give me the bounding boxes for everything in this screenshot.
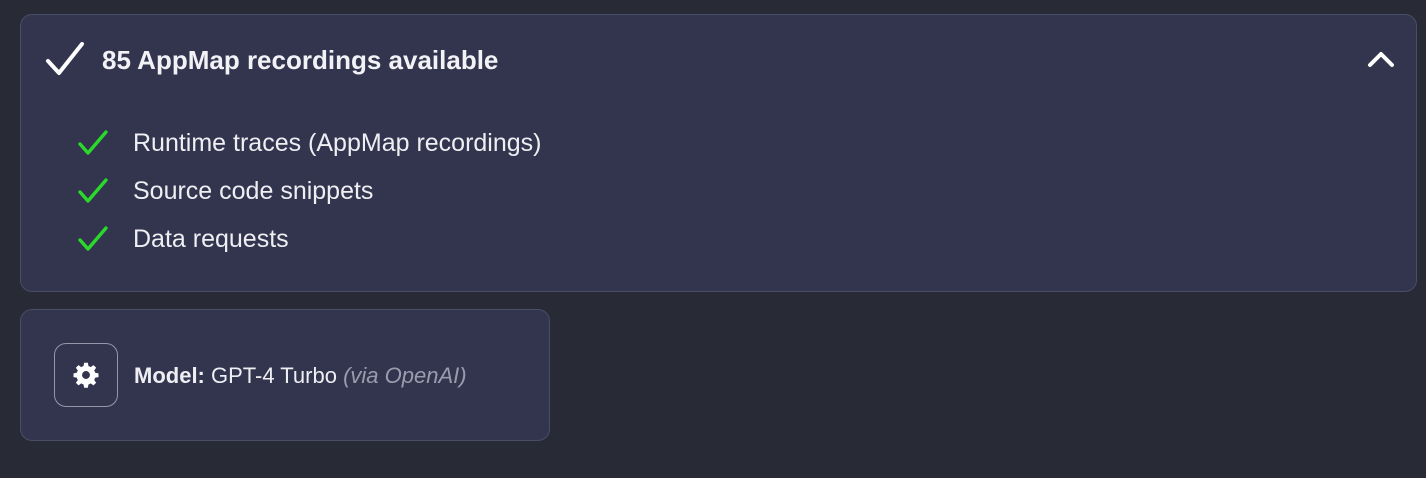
app-root: 85 AppMap recordings available Runtime t… [0,0,1426,478]
check-icon [78,226,108,251]
feature-item-source-code-snippets: Source code snippets [77,167,542,215]
feature-label: Runtime traces (AppMap recordings) [133,129,542,157]
gear-icon [73,362,99,388]
feature-item-runtime-traces: Runtime traces (AppMap recordings) [77,119,542,167]
model-info: Model: GPT-4 Turbo (via OpenAI) [134,362,467,390]
status-panel-title: 85 AppMap recordings available [102,45,499,75]
model-label: Model: [134,363,205,388]
model-selector-card: Model: GPT-4 Turbo (via OpenAI) [20,309,550,441]
check-icon [46,42,84,75]
feature-label: Source code snippets [133,177,374,205]
feature-label: Data requests [133,225,289,253]
feature-item-data-requests: Data requests [77,215,542,263]
model-provider: (via OpenAI) [343,363,467,388]
status-panel-header[interactable]: 85 AppMap recordings available [21,15,1416,107]
appmap-status-panel: 85 AppMap recordings available Runtime t… [20,14,1417,292]
chevron-up-icon[interactable] [1366,47,1396,71]
check-icon [78,178,108,203]
feature-list: Runtime traces (AppMap recordings) Sourc… [77,119,542,263]
model-name: GPT-4 Turbo [211,363,337,388]
check-icon [78,130,108,155]
model-settings-button[interactable] [54,343,118,407]
